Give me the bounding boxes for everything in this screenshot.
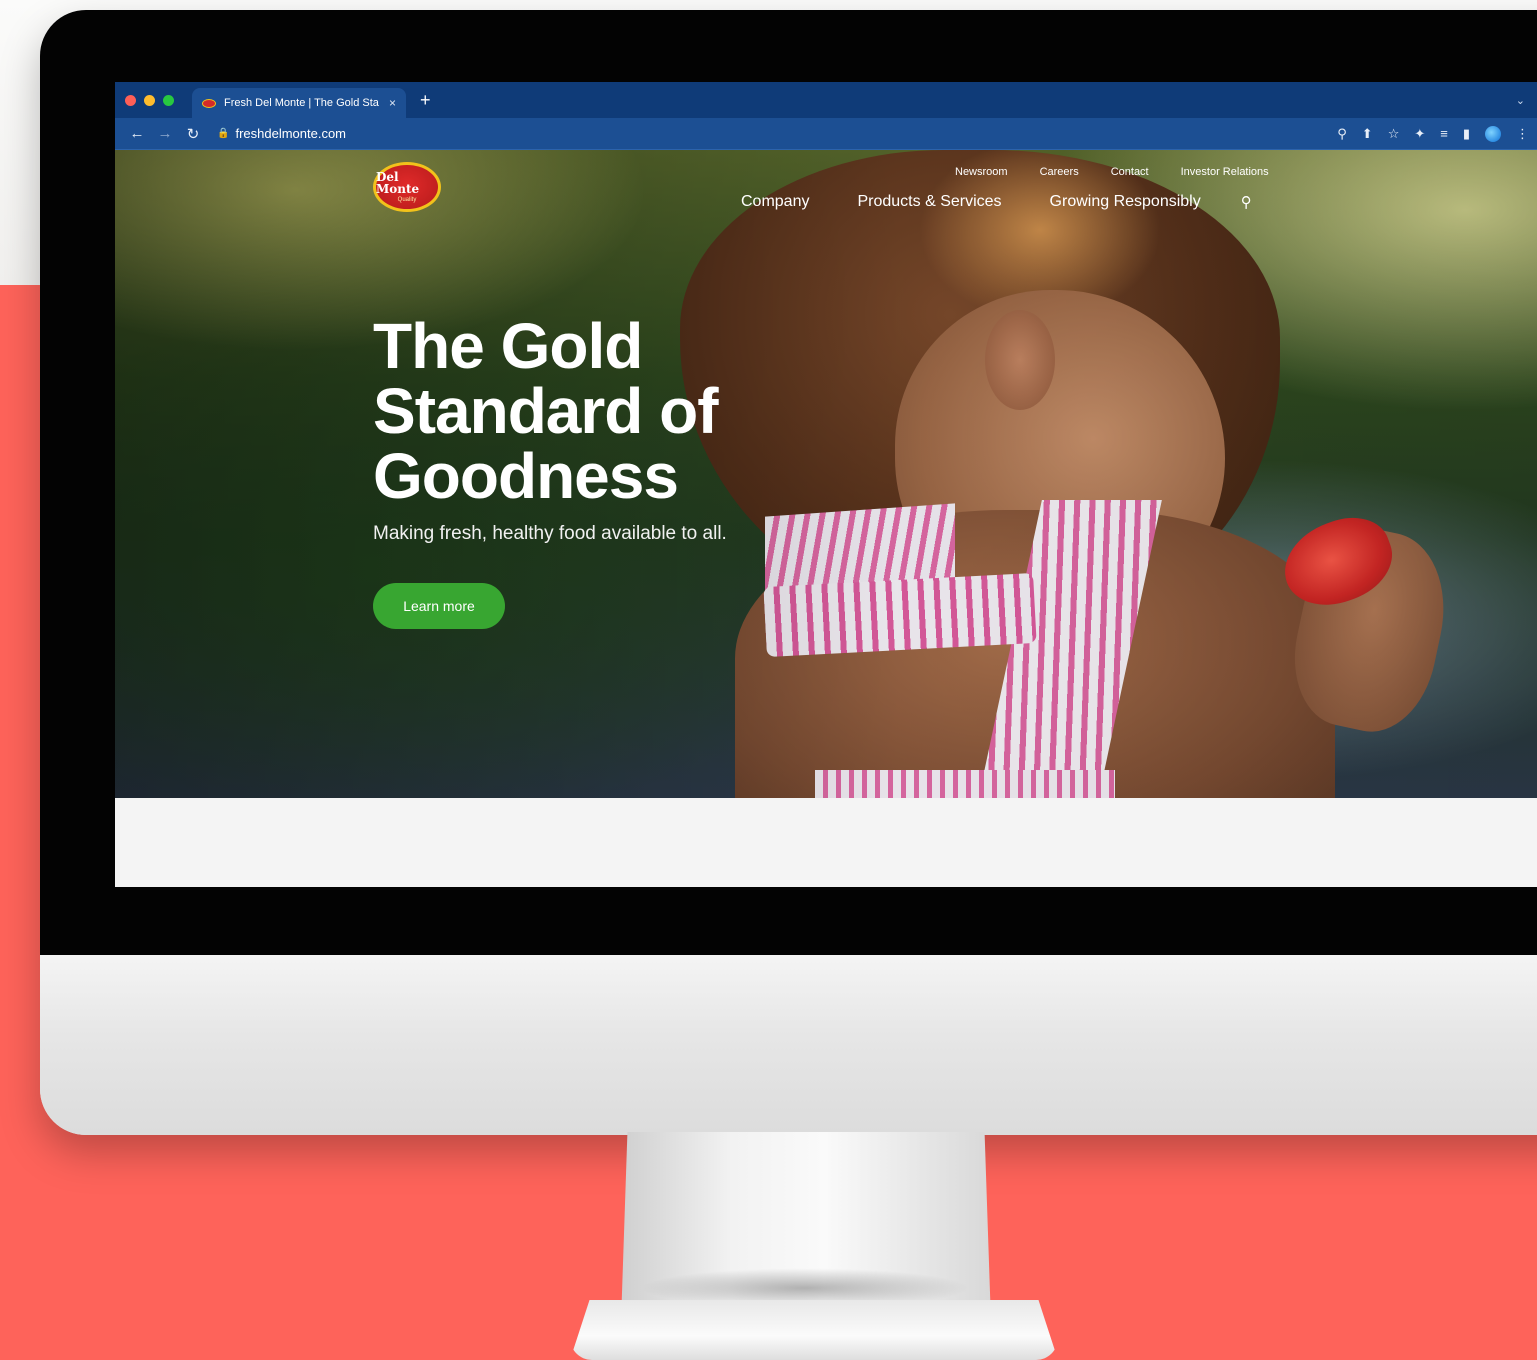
main-nav: Company Products & Services Growing Resp… [741,193,1300,211]
nav-item-company[interactable]: Company [741,193,809,211]
monitor-chin [40,955,1537,1135]
new-tab-button[interactable]: + [420,90,431,111]
monitor-stand-base [570,1300,1058,1360]
hero-subtitle: Making fresh, healthy food available to … [373,523,727,544]
kebab-menu-icon[interactable]: ⋮ [1516,126,1529,142]
reload-icon[interactable]: ↻ [179,125,207,143]
address-bar-url[interactable]: freshdelmonte.com [235,126,346,141]
browser-titlebar: Fresh Del Monte | The Gold Sta × + ⌄ [115,82,1537,118]
nav-item-growing-responsibly[interactable]: Growing Responsibly [1050,193,1201,211]
utility-nav: Newsroom Careers Contact Investor Relati… [955,166,1301,178]
side-panel-icon[interactable]: ▮ [1463,126,1470,142]
puzzle-icon[interactable]: ✦ [1414,126,1425,142]
hero-title-line: Standard of [373,375,719,447]
star-icon[interactable]: ☆ [1388,126,1400,142]
browser-tab-active[interactable]: Fresh Del Monte | The Gold Sta × [192,88,406,118]
nav-link-contact[interactable]: Contact [1111,166,1149,178]
browser-toolbar: ← → ↻ 🔒 freshdelmonte.com ⚲ ⬆ ☆ ✦ ≡ ▮ ⋮ [115,118,1537,150]
page-content-below-hero [115,798,1537,887]
close-window-button[interactable] [125,94,136,106]
arrow-left-icon[interactable]: ← [123,125,151,142]
window-controls [125,94,174,106]
hero-title-line: The Gold [373,310,643,382]
hero-overlay [115,150,1537,798]
profile-avatar[interactable] [1485,125,1501,142]
logo-text: Del Monte [376,170,420,196]
logo-subtext: Quality [397,197,417,203]
nav-link-newsroom[interactable]: Newsroom [955,166,1008,178]
learn-more-button[interactable]: Learn more [373,583,505,629]
hero-title-line: Goodness [373,440,679,512]
toolbar-actions: ⚲ ⬆ ☆ ✦ ≡ ▮ ⋮ [1337,125,1529,142]
maximize-window-button[interactable] [163,94,174,106]
nav-link-careers[interactable]: Careers [1040,166,1079,178]
browser-window: Fresh Del Monte | The Gold Sta × + ⌄ ← →… [115,82,1537,887]
zoom-icon[interactable]: ⚲ [1337,126,1347,142]
del-monte-logo[interactable]: Del Monte Quality [373,162,441,212]
reading-list-icon[interactable]: ≡ [1440,126,1448,141]
search-icon[interactable]: ⚲ [1241,193,1252,211]
del-monte-favicon-icon [202,98,216,108]
tab-search-chevron-down-icon[interactable]: ⌄ [1516,94,1525,107]
tab-title: Fresh Del Monte | The Gold Sta [224,97,379,109]
hero-title: The Gold Standard of Goodness [373,314,793,509]
hero-section [115,150,1537,798]
lock-icon[interactable]: 🔒 [217,128,229,139]
nav-link-investor-relations[interactable]: Investor Relations [1181,166,1269,178]
arrow-right-icon[interactable]: → [151,125,179,142]
share-icon[interactable]: ⬆ [1362,126,1373,142]
nav-item-products-services[interactable]: Products & Services [857,193,1001,211]
tab-close-icon[interactable]: × [389,96,396,110]
minimize-window-button[interactable] [144,94,155,106]
